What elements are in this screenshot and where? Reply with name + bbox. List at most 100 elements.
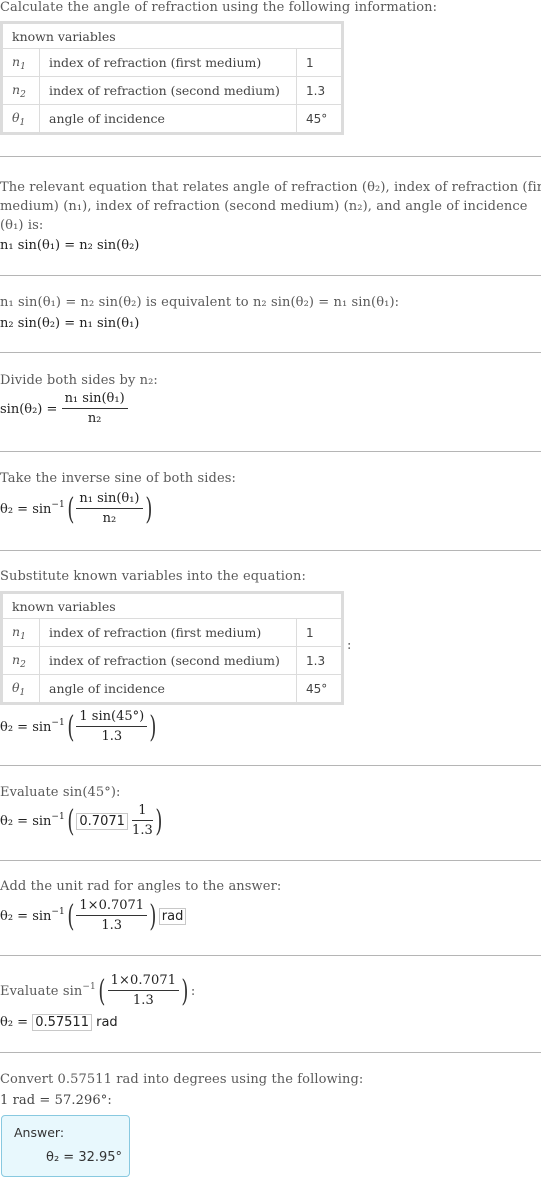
table-header: known variables xyxy=(1,592,343,619)
variable-symbol: θ xyxy=(12,679,20,695)
variable-description: index of refraction (first medium) xyxy=(39,48,297,77)
fraction-numerator: n₁ sin(θ₁) xyxy=(76,490,143,509)
answer-equation: θ₂ = 32.95° xyxy=(46,1150,123,1165)
table-row: n1 index of refraction (first medium) 1 xyxy=(1,48,343,77)
text-suffix: : xyxy=(190,984,196,999)
evaluate-sin-text: Evaluate sin(45°): xyxy=(0,785,121,800)
known-variables-table: known variables n1 index of refraction (… xyxy=(0,21,344,135)
substitute-text: Substitute known variables into the equa… xyxy=(0,569,306,584)
right-paren: ) xyxy=(144,492,152,527)
relevant-equation: n₁ sin(θ₁) = n₂ sin(θ₂) xyxy=(0,238,140,253)
superscript: −1 xyxy=(51,500,65,510)
left-paren: ( xyxy=(67,492,75,527)
highlighted-value: 0.57511 xyxy=(32,1014,92,1031)
fraction-numerator: 1 sin(45°) xyxy=(76,708,148,727)
variable-value: 45° xyxy=(296,104,343,134)
conversion-relation: 1 rad = 57.296°: xyxy=(0,1093,112,1108)
fraction: 1×0.7071 1.3 xyxy=(107,972,180,1011)
variable-value: 1.3 xyxy=(296,76,343,105)
text-prefix: Evaluate sin xyxy=(0,984,83,999)
divider xyxy=(0,955,541,956)
variable-value: 1 xyxy=(296,48,343,77)
fraction-denominator: n₂ xyxy=(87,411,102,426)
variable-description: angle of incidence xyxy=(39,674,297,704)
fraction-numerator: 1×0.7071 xyxy=(76,897,148,916)
table-row: n2 index of refraction (second medium) 1… xyxy=(1,646,343,675)
variable-subscript: 1 xyxy=(20,61,26,72)
left-paren: ( xyxy=(67,899,75,934)
highlighted-unit: rad xyxy=(158,908,187,925)
answer-box: Answer: θ₂ = 32.95° xyxy=(1,1115,130,1177)
fraction: 1 sin(45°) 1.3 xyxy=(76,708,148,747)
table-row: n2 index of refraction (second medium) 1… xyxy=(1,76,343,105)
answer-label: Answer: xyxy=(14,1125,65,1140)
add-unit-text: Add the unit rad for angles to the answe… xyxy=(0,879,282,894)
convert-text: Convert 0.57511 rad into degrees using t… xyxy=(0,1072,364,1087)
variable-subscript: 2 xyxy=(20,89,26,100)
left-paren: ( xyxy=(98,974,106,1009)
table-header: known variables xyxy=(1,22,343,49)
highlighted-value: 0.7071 xyxy=(76,813,128,830)
right-paren: ) xyxy=(149,899,157,934)
fraction-denominator: 1.3 xyxy=(101,729,123,744)
variable-description: angle of incidence xyxy=(39,104,297,134)
problem-statement: Calculate the angle of refraction using … xyxy=(0,0,438,15)
table-row: θ1 angle of incidence 45° xyxy=(1,674,343,704)
left-paren: ( xyxy=(67,710,75,745)
evaluate-sin-equation: θ₂ = sin−1(0.7071 1 1.3) xyxy=(0,802,164,841)
divider xyxy=(0,275,541,276)
divider xyxy=(0,860,541,861)
fraction-numerator: 1×0.7071 xyxy=(107,972,180,991)
right-paren: ) xyxy=(149,710,157,745)
evaluate-asin-text: Evaluate sin−1(1×0.7071 1.3): xyxy=(0,972,195,1011)
equation-lhs: sin(θ₂) = xyxy=(0,402,58,417)
variable-value: 1.3 xyxy=(296,646,343,675)
inverse-text: Take the inverse sine of both sides: xyxy=(0,471,236,486)
equivalent-equation: n₂ sin(θ₂) = n₁ sin(θ₁) xyxy=(0,316,140,331)
fraction: 1×0.7071 1.3 xyxy=(76,897,148,936)
divider xyxy=(0,352,541,353)
fraction-denominator: 1.3 xyxy=(132,823,153,838)
superscript: −1 xyxy=(51,907,65,917)
equivalent-text: n₁ sin(θ₁) = n₂ sin(θ₂) is equivalent to… xyxy=(0,295,400,310)
fraction: n₁ sin(θ₁) n₂ xyxy=(61,390,128,429)
substitute-equation: θ₂ = sin−1(1 sin(45°) 1.3) xyxy=(0,708,159,747)
relevant-text-line-1: The relevant equation that relates angle… xyxy=(0,180,541,195)
variable-value: 1 xyxy=(296,618,343,647)
fraction-denominator: 1.3 xyxy=(101,918,123,933)
equation-lhs: θ₂ = xyxy=(0,1015,29,1030)
variable-symbol: n xyxy=(12,651,21,667)
fraction-numerator: 1 xyxy=(132,802,153,821)
table-row: n1 index of refraction (first medium) 1 xyxy=(1,618,343,647)
divider xyxy=(0,451,541,452)
inverse-equation: θ₂ = sin−1(n₁ sin(θ₁) n₂) xyxy=(0,490,154,529)
variable-description: index of refraction (second medium) xyxy=(39,76,297,105)
right-paren: ) xyxy=(155,804,163,839)
fraction: 1 1.3 xyxy=(132,802,153,841)
variable-symbol: n xyxy=(12,623,21,639)
left-paren: ( xyxy=(67,804,75,839)
superscript: −1 xyxy=(51,812,65,822)
table-row: θ1 angle of incidence 45° xyxy=(1,104,343,134)
divide-equation: sin(θ₂) = n₁ sin(θ₁) n₂ xyxy=(0,390,128,429)
divider xyxy=(0,550,541,551)
variable-symbol: n xyxy=(12,81,21,97)
fraction-denominator: 1.3 xyxy=(132,993,154,1008)
equation-lhs: θ₂ = sin xyxy=(0,502,52,517)
evaluate-asin-equation: θ₂ = 0.57511 rad xyxy=(0,1014,118,1031)
superscript: −1 xyxy=(82,982,96,992)
divider xyxy=(0,765,541,766)
variable-subscript: 1 xyxy=(19,117,26,128)
variable-value: 45° xyxy=(296,674,343,704)
unit-label: rad xyxy=(96,1015,118,1030)
add-unit-equation: θ₂ = sin−1(1×0.7071 1.3) rad xyxy=(0,897,187,936)
variable-description: index of refraction (second medium) xyxy=(39,646,297,675)
equation-lhs: θ₂ = sin xyxy=(0,909,52,924)
fraction: n₁ sin(θ₁) n₂ xyxy=(76,490,143,529)
variable-subscript: 1 xyxy=(19,687,26,698)
right-paren: ) xyxy=(181,974,189,1009)
table-colon: : xyxy=(347,638,352,653)
relevant-text-line-3: (θ₁) is: xyxy=(0,218,44,233)
variable-subscript: 1 xyxy=(20,631,26,642)
variable-subscript: 2 xyxy=(20,659,26,670)
